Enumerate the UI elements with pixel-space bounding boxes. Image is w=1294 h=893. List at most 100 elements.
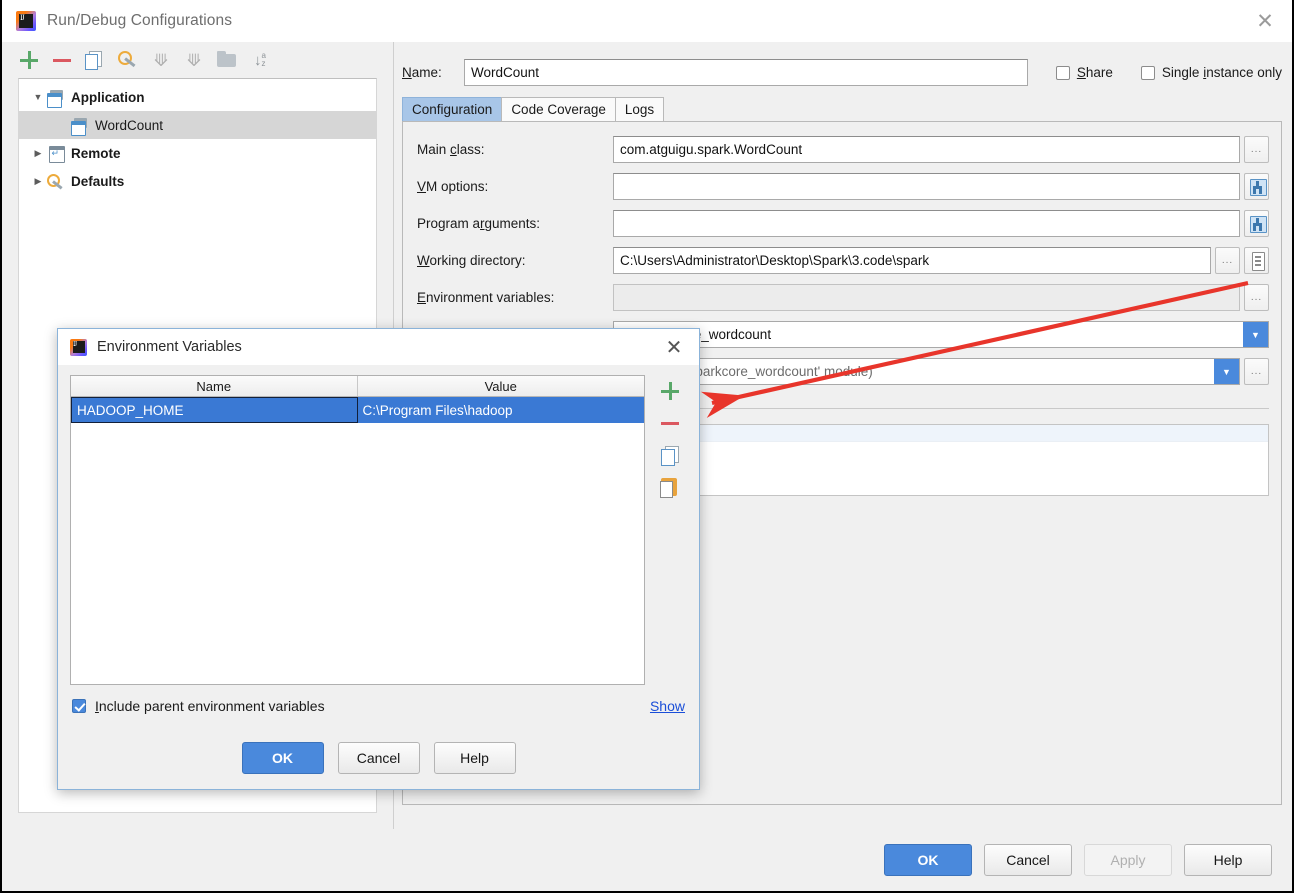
checkbox-box[interactable] [1055, 65, 1070, 80]
tab-code-coverage[interactable]: Code Coverage [501, 97, 616, 121]
env-help-button[interactable]: Help [433, 742, 516, 774]
environment-variables-row: Environment variables: ... [417, 284, 1269, 311]
chevron-down-icon[interactable]: ▼ [29, 92, 47, 102]
use-classpath-of-module-select[interactable]: sparkcore_wordcount ▼ [613, 321, 1269, 348]
expand-editor-icon[interactable] [1244, 173, 1269, 200]
single-instance-only-label: Single instance only [1161, 65, 1282, 80]
selected-module: sparkcore_wordcount [642, 327, 772, 342]
apply-button: Apply [1084, 844, 1172, 876]
tree-node-label: Application [71, 89, 145, 105]
share-checkbox[interactable]: Share [1055, 65, 1113, 80]
program-arguments-label: Program arguments: [417, 216, 541, 231]
name-label: Name: [402, 65, 442, 80]
main-class-label: Main class: [417, 142, 485, 157]
tree-node-defaults[interactable]: ▶ Defaults [19, 167, 376, 195]
vm-options-label: VM options: [417, 179, 489, 194]
cell-variable-name[interactable]: HADOOP_HOME [71, 397, 358, 423]
minus-icon[interactable] [51, 49, 73, 71]
tree-node-label: WordCount [95, 117, 164, 133]
wrench-icon [47, 173, 65, 189]
working-directory-browse-button[interactable]: ... [1215, 247, 1240, 274]
editor-tabs: Configuration Code Coverage Logs [402, 97, 1282, 122]
include-parent-label: Include parent environment variables [95, 698, 325, 714]
macros-list-icon[interactable] [1244, 247, 1269, 274]
chevron-right-icon[interactable]: ▶ [29, 176, 47, 187]
help-button[interactable]: Help [1184, 844, 1272, 876]
vm-options-row: VM options: [417, 173, 1269, 200]
tree-node-wordcount[interactable]: WordCount [19, 111, 376, 139]
tree-node-remote[interactable]: ▶ Remote [19, 139, 376, 167]
env-table-wrapper: Name Value HADOOP_HOME C:\Program Files\… [70, 375, 687, 685]
cancel-button[interactable]: Cancel [984, 844, 1072, 876]
chevron-down-icon[interactable]: ▼ [1214, 359, 1239, 384]
program-arguments-input[interactable] [613, 210, 1240, 237]
env-dialog-title-bar: Environment Variables ✕ [58, 329, 699, 365]
main-class-browse-button[interactable]: ... [1244, 136, 1269, 163]
intellij-logo-icon [70, 338, 87, 356]
jre-browse-button[interactable]: ... [1244, 358, 1269, 385]
sort-az-icon[interactable]: ↓ a z [249, 49, 271, 71]
minus-icon[interactable] [657, 410, 683, 436]
configurations-toolbar: ⟱ ⟱ ↓ a z [2, 42, 393, 78]
main-class-input[interactable]: com.atguigu.spark.WordCount [613, 136, 1240, 163]
tree-node-label: Defaults [71, 173, 125, 189]
expand-editor-icon[interactable] [1244, 210, 1269, 237]
copy-icon[interactable] [84, 49, 106, 71]
show-link[interactable]: Show [650, 698, 685, 714]
name-input[interactable]: WordCount [464, 59, 1028, 86]
share-label: Share [1076, 65, 1113, 80]
jre-select[interactable]: 8 - SDK of 'sparkcore_wordcount' module)… [613, 358, 1240, 385]
env-dialog-body: Name Value HADOOP_HOME C:\Program Files\… [58, 365, 699, 727]
chevron-right-icon[interactable]: ▶ [29, 148, 47, 159]
plus-icon[interactable] [18, 49, 40, 71]
plus-icon[interactable] [657, 378, 683, 404]
application-icon [47, 89, 65, 108]
close-icon[interactable]: ✕ [1246, 4, 1284, 38]
window-title-bar: Run/Debug Configurations ✕ [2, 0, 1292, 42]
environment-variables-table[interactable]: Name Value HADOOP_HOME C:\Program Files\… [70, 375, 645, 685]
paste-icon[interactable] [657, 474, 683, 500]
env-ok-button[interactable]: OK [241, 742, 324, 774]
close-icon[interactable]: ✕ [659, 332, 689, 362]
dialog-button-bar: OK Cancel Apply Help [2, 829, 1292, 891]
wrench-icon[interactable] [117, 49, 139, 71]
folder-icon[interactable] [216, 49, 238, 71]
tab-logs[interactable]: Logs [614, 97, 665, 121]
arrow-up-icon[interactable]: ⟱ [150, 49, 172, 71]
application-icon [71, 117, 89, 136]
column-header-value[interactable]: Value [358, 376, 645, 396]
working-directory-label: Working directory: [417, 253, 526, 268]
include-parent-checkbox[interactable] [72, 699, 86, 713]
table-header-row: Name Value [71, 376, 644, 397]
intellij-logo-icon [16, 11, 36, 31]
ok-button[interactable]: OK [884, 844, 972, 876]
environment-variables-browse-button[interactable]: ... [1244, 284, 1269, 311]
env-dialog-title: Environment Variables [97, 339, 242, 355]
working-directory-input[interactable]: C:\Users\Administrator\Desktop\Spark\3.c… [613, 247, 1211, 274]
chevron-down-icon[interactable]: ▼ [1243, 322, 1268, 347]
table-row[interactable]: HADOOP_HOME C:\Program Files\hadoop [71, 397, 644, 423]
copy-icon[interactable] [657, 442, 683, 468]
remote-icon [47, 145, 65, 163]
vm-options-input[interactable] [613, 173, 1240, 200]
selected-jre: 8 - SDK of 'sparkcore_wordcount' module) [620, 364, 873, 379]
tree-node-application[interactable]: ▼ Application [19, 83, 376, 111]
env-cancel-button[interactable]: Cancel [337, 742, 420, 774]
column-header-name[interactable]: Name [71, 376, 358, 396]
include-parent-environment-row: Include parent environment variables Sho… [70, 685, 687, 727]
arrow-down-icon[interactable]: ⟱ [183, 49, 205, 71]
environment-variables-dialog: Environment Variables ✕ Name Value HADOO… [57, 328, 700, 790]
main-class-row: Main class: com.atguigu.spark.WordCount … [417, 136, 1269, 163]
name-row: Name: WordCount Share Single instance on… [402, 59, 1282, 86]
window-title: Run/Debug Configurations [47, 12, 233, 29]
environment-variables-label: Environment variables: [417, 290, 555, 305]
single-instance-only-checkbox[interactable]: Single instance only [1140, 65, 1282, 80]
tab-configuration[interactable]: Configuration [402, 97, 503, 121]
tree-node-label: Remote [71, 145, 121, 161]
env-table-toolbar [645, 375, 687, 685]
working-directory-row: Working directory: C:\Users\Administrato… [417, 247, 1269, 274]
checkbox-box[interactable] [1140, 65, 1155, 80]
environment-variables-input[interactable] [613, 284, 1240, 311]
program-arguments-row: Program arguments: [417, 210, 1269, 237]
cell-variable-value[interactable]: C:\Program Files\hadoop [357, 397, 644, 423]
